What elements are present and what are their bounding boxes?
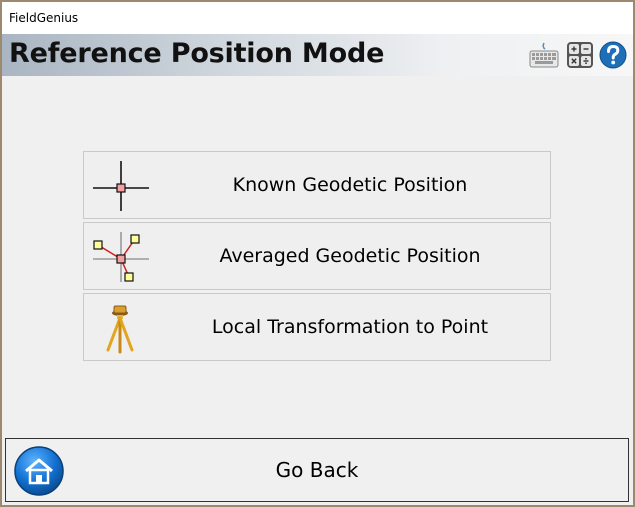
go-back-label: Go Back xyxy=(275,458,359,482)
option-label: Local Transformation to Point xyxy=(211,316,489,338)
averaged-geodetic-position-button[interactable]: Averaged Geodetic Position xyxy=(83,222,551,290)
window-title: FieldGenius xyxy=(9,11,79,25)
page-title: Reference Position Mode xyxy=(9,38,385,69)
title-bar: FieldGenius xyxy=(2,2,633,34)
option-label: Averaged Geodetic Position xyxy=(219,245,481,267)
app-window: FieldGenius Reference Position Mode Know… xyxy=(0,0,635,507)
keyboard-icon[interactable] xyxy=(529,40,559,70)
averaged-points-icon xyxy=(93,232,149,282)
option-label: Known Geodetic Position xyxy=(232,174,468,196)
page-header: Reference Position Mode xyxy=(2,34,633,76)
help-icon[interactable] xyxy=(598,40,628,70)
calculator-icon[interactable] xyxy=(565,40,595,70)
crosshair-point-icon xyxy=(93,161,149,211)
go-back-button[interactable]: Go Back xyxy=(5,438,629,502)
tripod-icon xyxy=(106,305,134,354)
known-geodetic-position-button[interactable]: Known Geodetic Position xyxy=(83,151,551,219)
local-transformation-to-point-button[interactable]: Local Transformation to Point xyxy=(83,293,551,361)
